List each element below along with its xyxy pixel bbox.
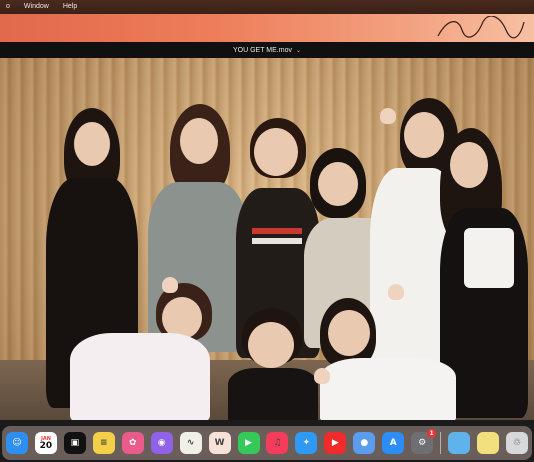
- calendar-icon[interactable]: JAN 20: [34, 432, 57, 454]
- dock: ☺ JAN 20 ▣ ≡ ✿ ◉ ∿ W ▶ ♫ ✦ ▶ ● A ⚙ 1 ♲: [2, 426, 532, 460]
- calendar-day: 20: [39, 440, 53, 451]
- facetime-icon[interactable]: ▶: [237, 432, 260, 454]
- window-titlebar[interactable]: YOU GET ME.mov ⌄: [0, 42, 534, 58]
- safari-icon[interactable]: ✦: [295, 432, 318, 454]
- app-store-icon[interactable]: A: [382, 432, 405, 454]
- word-doc-icon[interactable]: W: [208, 432, 231, 454]
- notification-badge: 1: [427, 429, 437, 438]
- chevron-down-icon[interactable]: ⌄: [296, 47, 301, 54]
- chrome-icon[interactable]: ●: [353, 432, 376, 454]
- notes-icon[interactable]: ≡: [92, 432, 115, 454]
- shortcut-icon[interactable]: ◉: [150, 432, 173, 454]
- video-frame[interactable]: [0, 58, 534, 420]
- photos-icon[interactable]: ✿: [121, 432, 144, 454]
- freeform-icon[interactable]: ∿: [179, 432, 202, 454]
- menu-item-help[interactable]: Help: [63, 0, 77, 14]
- settings-icon[interactable]: ⚙ 1: [411, 429, 437, 454]
- music-icon[interactable]: ♫: [266, 432, 289, 454]
- menu-bar: o Window Help: [0, 0, 534, 14]
- dock-separator: [440, 432, 442, 454]
- window-title: YOU GET ME.mov: [232, 46, 292, 54]
- folder-icon[interactable]: [448, 432, 470, 454]
- wallpaper-scribble: [437, 16, 525, 39]
- stickies-icon[interactable]: [476, 432, 499, 454]
- person: [228, 308, 318, 420]
- finder-icon[interactable]: ☺: [6, 432, 28, 454]
- menu-item-partial[interactable]: o: [6, 0, 10, 14]
- trash-icon[interactable]: ♲: [505, 432, 528, 454]
- desktop-wallpaper: [0, 14, 534, 42]
- youtube-icon[interactable]: ▶: [324, 432, 347, 454]
- capture-icon[interactable]: ▣: [63, 432, 86, 454]
- quicktime-player-window[interactable]: YOU GET ME.mov ⌄: [0, 42, 534, 420]
- person: [70, 277, 220, 420]
- menu-item-window[interactable]: Window: [24, 0, 49, 14]
- person: [310, 284, 460, 420]
